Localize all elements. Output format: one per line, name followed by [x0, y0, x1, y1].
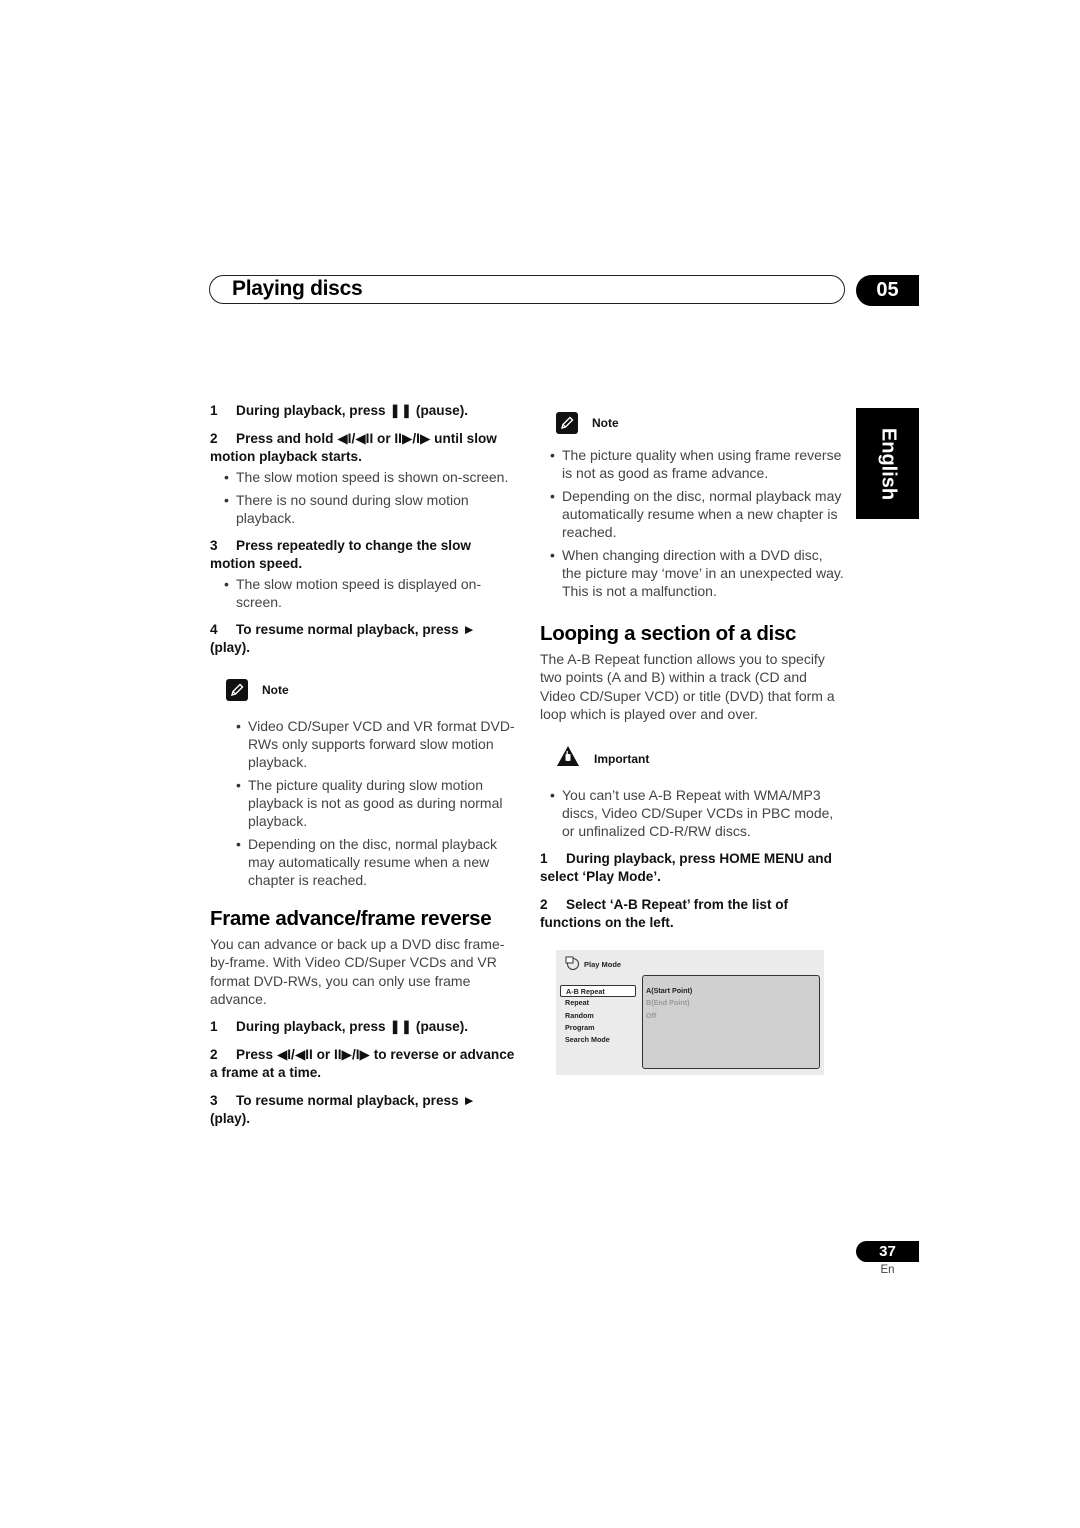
- note-bullets: Video CD/Super VCD and VR format DVD-RWs…: [210, 717, 515, 889]
- chapter-number-tab: 05: [856, 275, 919, 306]
- step-text: Press and hold ◀I/◀II or II▶/I▶ until sl…: [210, 431, 497, 464]
- step-number: 2: [210, 431, 218, 446]
- important-label: Important: [594, 751, 650, 766]
- step-text: To resume normal playback, press ► (play…: [210, 1093, 476, 1127]
- note-header: Note: [556, 412, 845, 434]
- step-text: To resume normal playback, press ► (play…: [210, 622, 476, 655]
- language-tab-label: English: [877, 427, 899, 500]
- chapter-header-bar: Playing discs: [209, 275, 845, 304]
- warning-hand-icon: [556, 745, 580, 772]
- frame-intro: You can advance or back up a DVD disc fr…: [210, 936, 505, 1007]
- looping-step-1: 1 During playback, press HOME MENU and se…: [540, 850, 845, 886]
- note-bullet: Depending on the disc, normal playback m…: [236, 835, 515, 889]
- disc-menu-icon: [565, 956, 584, 972]
- page-number: 37: [856, 1241, 919, 1262]
- frame-step-1: 1 During playback, press ❚❚ (pause).: [210, 1018, 515, 1036]
- page-language-code: En: [880, 1264, 895, 1276]
- step-text: Press repeatedly to change the slow moti…: [210, 538, 471, 571]
- menu-item-random[interactable]: Random: [560, 1010, 636, 1022]
- option-start-point[interactable]: A(Start Point): [646, 985, 692, 997]
- step-2: 2 Press and hold ◀I/◀II or II▶/I▶ until s…: [210, 430, 515, 466]
- section-heading-looping: Looping a section of a disc: [540, 622, 797, 645]
- step-2-bullets: The slow motion speed is shown on-screen…: [210, 468, 515, 527]
- step-number: 1: [540, 851, 548, 867]
- play-mode-screen: Play Mode A-B Repeat Repeat Random Progr…: [556, 950, 824, 1075]
- bullet-item: The slow motion speed is displayed on-sc…: [224, 575, 515, 611]
- step-text: Select ‘A-B Repeat’ from the list of fun…: [540, 897, 789, 931]
- looping-intro: The A-B Repeat function allows you to sp…: [540, 651, 835, 722]
- note-label: Note: [262, 683, 289, 697]
- step-number: 2: [210, 1047, 218, 1063]
- step-number: 3: [210, 1093, 218, 1109]
- chapter-title: Playing discs: [232, 277, 363, 300]
- frame-step-2: 2 Press ◀I/◀II or II▶/I▶ to reverse or ad…: [210, 1046, 515, 1082]
- step-text: During playback, press HOME MENU and sel…: [540, 851, 832, 885]
- step-number: 1: [210, 1019, 218, 1035]
- right-column: Note The picture quality when using fram…: [540, 402, 845, 942]
- important-bullets: You can’t use A-B Repeat with WMA/MP3 di…: [540, 786, 845, 840]
- menu-item-repeat[interactable]: Repeat: [560, 997, 636, 1009]
- left-column: 1 During playback, press ❚❚ (pause). 2 Pre…: [210, 402, 515, 1138]
- language-tab: English: [856, 408, 919, 519]
- important-bullet: You can’t use A-B Repeat with WMA/MP3 di…: [550, 786, 845, 840]
- note-bullet: The picture quality during slow motion p…: [236, 776, 515, 830]
- step-3: 3 Press repeatedly to change the slow mot…: [210, 537, 515, 573]
- note-label: Note: [592, 416, 619, 430]
- important-header: Important: [556, 745, 845, 772]
- bullet-item: The slow motion speed is shown on-screen…: [224, 468, 515, 486]
- step-text: During playback, press ❚❚ (pause).: [236, 403, 469, 418]
- note-bullet: Video CD/Super VCD and VR format DVD-RWs…: [236, 717, 515, 771]
- step-number: 2: [540, 897, 548, 913]
- note-bullet: The picture quality when using frame rev…: [550, 446, 845, 482]
- bullet-item: There is no sound during slow motion pla…: [224, 491, 515, 527]
- step-number: 4: [210, 622, 218, 637]
- menu-item-ab-repeat[interactable]: A-B Repeat: [560, 985, 636, 998]
- section-heading-frame: Frame advance/frame reverse: [210, 907, 492, 930]
- frame-step-3: 3 To resume normal playback, press ► (pla…: [210, 1092, 515, 1128]
- screen-menu: A-B Repeat Repeat Random Program Search …: [560, 985, 636, 1046]
- note-bullet: When changing direction with a DVD disc,…: [550, 546, 845, 600]
- menu-item-search-mode[interactable]: Search Mode: [560, 1034, 636, 1046]
- note-bullets: The picture quality when using frame rev…: [540, 446, 845, 600]
- step-3-bullets: The slow motion speed is displayed on-sc…: [210, 575, 515, 611]
- step-1: 1 During playback, press ❚❚ (pause).: [210, 402, 515, 420]
- screen-title: Play Mode: [565, 956, 621, 972]
- step-text: Press ◀I/◀II or II▶/I▶ to reverse or adv…: [210, 1047, 515, 1081]
- screen-title-label: Play Mode: [584, 959, 622, 969]
- option-end-point: B(End Point): [646, 998, 690, 1008]
- step-text: During playback, press ❚❚ (pause).: [236, 1019, 469, 1035]
- step-number: 1: [210, 403, 218, 418]
- pencil-icon: [556, 412, 578, 434]
- looping-step-2: 2 Select ‘A-B Repeat’ from the list of fu…: [540, 896, 845, 932]
- note-header: Note: [226, 679, 515, 701]
- menu-item-program[interactable]: Program: [560, 1022, 636, 1034]
- step-4: 4 To resume normal playback, press ► (pla…: [210, 621, 515, 657]
- note-bullet: Depending on the disc, normal playback m…: [550, 487, 845, 541]
- pencil-icon: [226, 679, 248, 701]
- step-number: 3: [210, 538, 218, 553]
- option-off: Off: [646, 1010, 657, 1020]
- screen-options: A(Start Point) B(End Point) Off: [646, 985, 692, 1022]
